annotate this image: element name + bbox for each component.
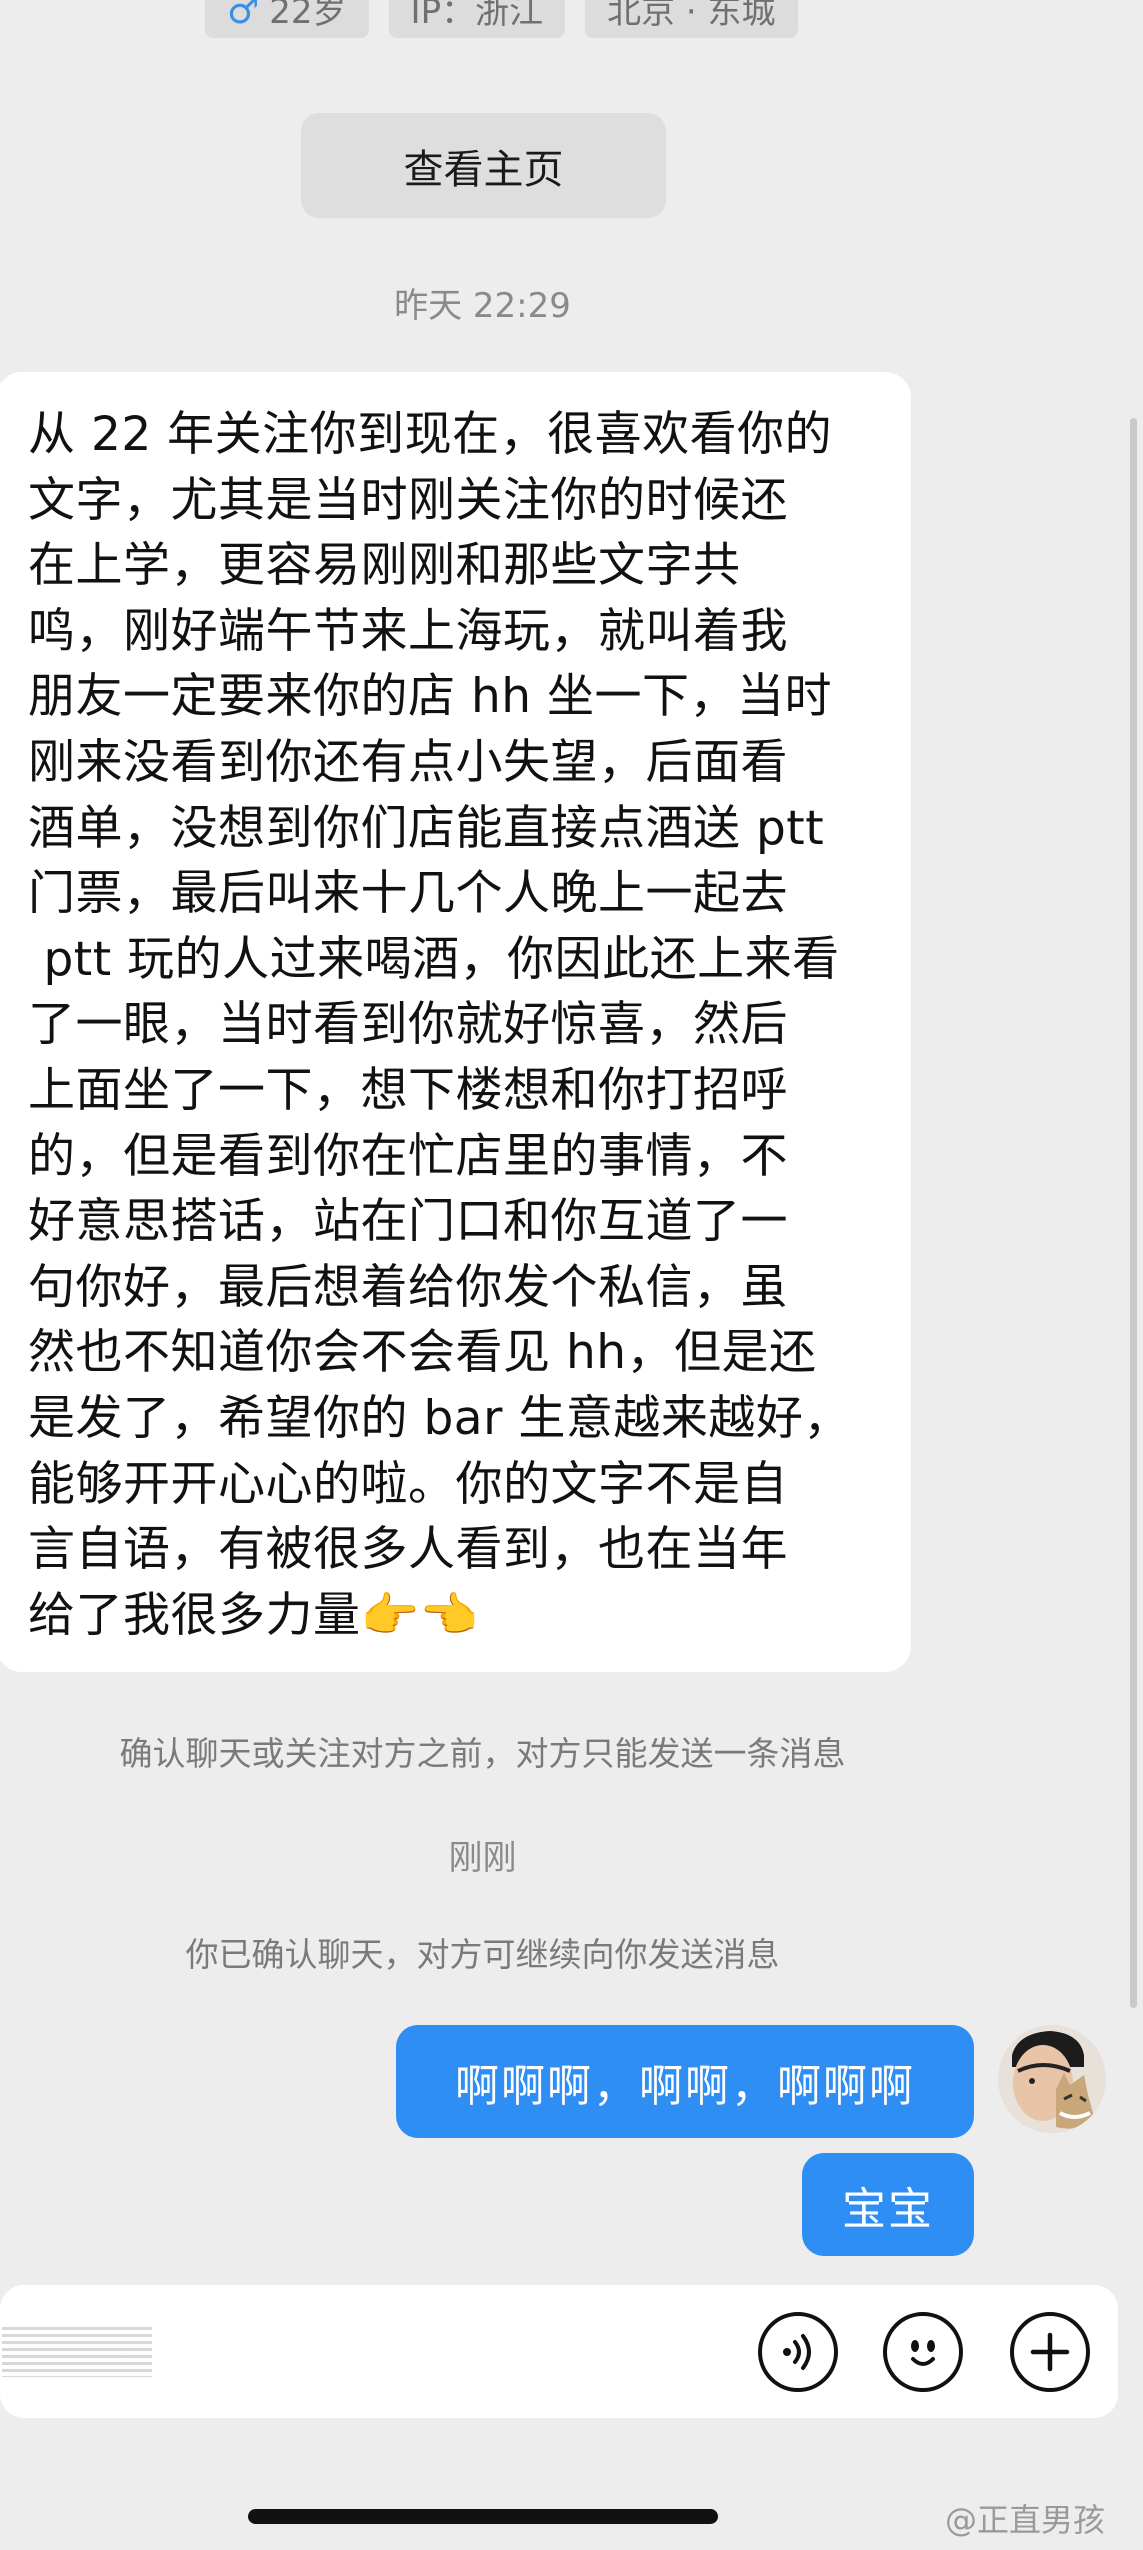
outgoing-message-bubble[interactable]: 宝宝 — [802, 2153, 974, 2256]
age-tag: ♂ 22岁 — [205, 0, 369, 38]
watermark: @正直男孩 — [945, 2501, 1106, 2539]
obscured-input-text — [2, 2327, 152, 2377]
outgoing-message-bubble[interactable]: 啊啊啊，啊啊，啊啊啊 — [396, 2025, 974, 2138]
view-homepage-button[interactable]: 查看主页 — [301, 113, 666, 218]
ip-label: IP：浙江 — [410, 0, 544, 32]
timestamp-yesterday: 昨天 22:29 — [394, 286, 571, 326]
profile-tags: ♂ 22岁 IP：浙江 北京 · 东城 — [205, 0, 798, 38]
incoming-message-bubble[interactable]: 从 22 年关注你到现在，很喜欢看你的 文字，尤其是当时刚关注你的时候还 在上学… — [0, 372, 911, 1672]
voice-icon[interactable] — [758, 2312, 838, 2392]
scrollbar[interactable] — [1130, 418, 1137, 2008]
notice-message-limit: 确认聊天或关注对方之前，对方只能发送一条消息 — [119, 1734, 846, 1773]
male-gender-icon: ♂ — [227, 0, 260, 32]
plus-icon[interactable] — [1010, 2312, 1090, 2392]
avatar[interactable] — [998, 2025, 1106, 2133]
timestamp-just-now: 刚刚 — [448, 1838, 517, 1878]
message-input-bar — [0, 2285, 1118, 2420]
location-tag: 北京 · 东城 — [585, 0, 798, 38]
age-label: 22岁 — [269, 0, 347, 32]
avatar-image — [998, 2025, 1106, 2133]
home-indicator[interactable] — [248, 2509, 718, 2524]
emoji-icon[interactable] — [883, 2312, 963, 2392]
ip-tag: IP：浙江 — [388, 0, 566, 38]
location-label: 北京 · 东城 — [607, 0, 776, 32]
notice-chat-confirmed: 你已确认聊天，对方可继续向你发送消息 — [185, 1935, 780, 1974]
